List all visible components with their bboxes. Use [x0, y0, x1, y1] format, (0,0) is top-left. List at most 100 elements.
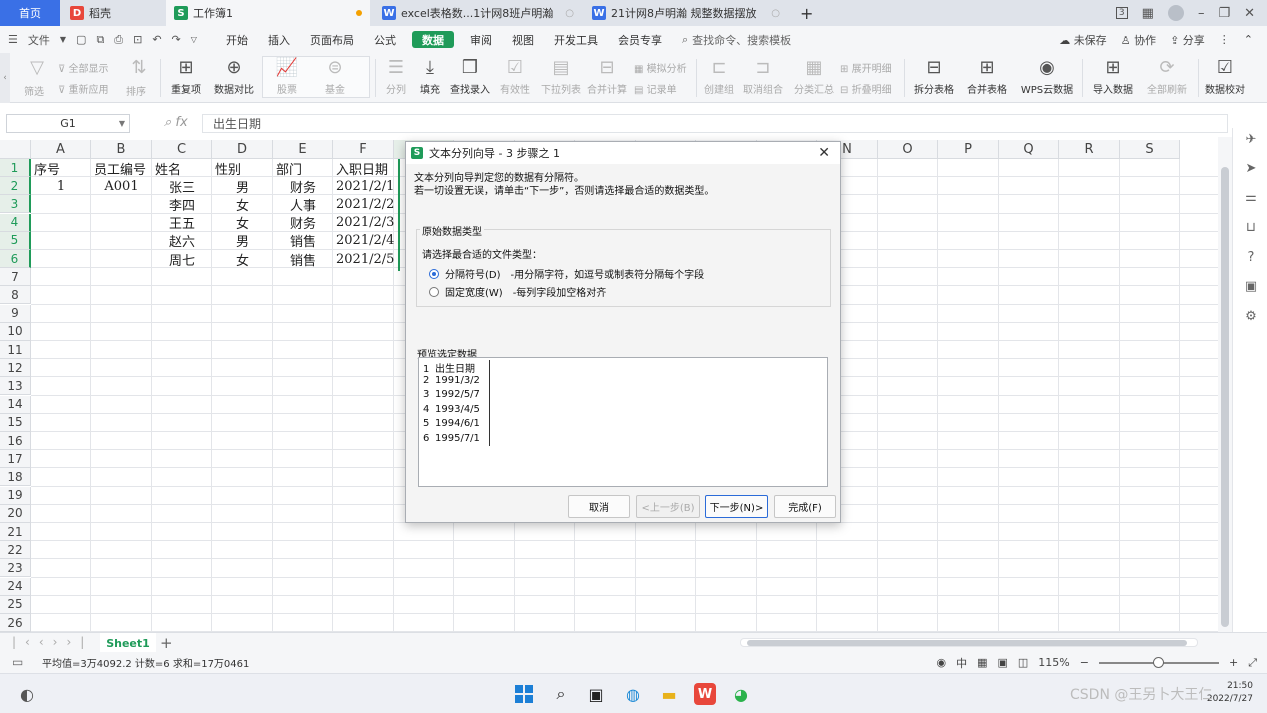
collab-button[interactable]: ♙ 协作: [1121, 32, 1156, 48]
cell-f1[interactable]: 入职日期: [333, 159, 394, 178]
start-icon[interactable]: [513, 683, 535, 705]
image-icon[interactable]: ▣: [1242, 279, 1260, 297]
save-icon[interactable]: ▢: [76, 33, 86, 46]
cell-f6[interactable]: 2021/2/5: [333, 250, 394, 268]
name-box[interactable]: G1 ▼: [6, 114, 130, 133]
column-header-p[interactable]: P: [938, 140, 999, 159]
cell-d3[interactable]: 女: [212, 195, 273, 214]
record-button[interactable]: ▤ 记录单: [634, 81, 677, 96]
cell-b2[interactable]: A001: [91, 177, 152, 195]
cell-f4[interactable]: 2021/2/3: [333, 214, 394, 232]
row-header-21[interactable]: 21: [0, 523, 31, 541]
row-header-3[interactable]: 3: [0, 195, 31, 214]
sliders-icon[interactable]: ⚌: [1242, 190, 1260, 208]
row-header-14[interactable]: 14: [0, 395, 31, 414]
scroll-thumb[interactable]: [747, 640, 1187, 646]
column-header-e[interactable]: E: [273, 140, 333, 159]
restore-icon[interactable]: ❐: [1218, 6, 1230, 21]
menu-developer[interactable]: 开发工具: [544, 26, 608, 53]
row-header-9[interactable]: 9: [0, 304, 31, 323]
radio-fixed-width-button[interactable]: [429, 286, 439, 297]
validity-button[interactable]: ☑ 有效性: [496, 55, 534, 101]
column-header-f[interactable]: F: [333, 140, 394, 159]
help-icon[interactable]: ?: [1242, 250, 1260, 268]
back-button[interactable]: <上一步(B): [636, 495, 700, 518]
cell-e2[interactable]: 财务: [273, 177, 333, 196]
cell-e6[interactable]: 销售: [273, 250, 333, 269]
menu-home[interactable]: 开始: [216, 26, 258, 53]
scroll-thumb[interactable]: [1221, 167, 1229, 627]
zoom-slider[interactable]: [1098, 656, 1219, 668]
fx-icon[interactable]: fx: [175, 115, 187, 130]
cell-e1[interactable]: 部门: [273, 159, 333, 178]
fullscreen-icon[interactable]: ⤢: [1248, 656, 1257, 670]
dialog-close-icon[interactable]: ✕: [818, 145, 830, 161]
row-header-25[interactable]: 25: [0, 595, 31, 614]
fill-button[interactable]: ⤓ 填充: [414, 55, 446, 101]
avatar[interactable]: [1167, 5, 1184, 21]
wps-cloud-button[interactable]: ◉ WPS云数据: [1016, 55, 1078, 101]
row-header-15[interactable]: 15: [0, 413, 31, 432]
cell-d1[interactable]: 性别: [212, 159, 273, 178]
row-header-2[interactable]: 2: [0, 177, 31, 196]
cell-c1[interactable]: 姓名: [152, 159, 212, 178]
more-icon[interactable]: ▽: [191, 35, 197, 44]
tab-close-icon[interactable]: ○: [771, 8, 780, 19]
row-header-19[interactable]: 19: [0, 486, 31, 505]
simulate-button[interactable]: ▦ 模拟分析: [634, 60, 687, 75]
column-header-r[interactable]: R: [1059, 140, 1120, 159]
radio-delimited-button[interactable]: [429, 268, 439, 279]
wechat-icon[interactable]: ◕: [730, 683, 752, 705]
search-icon[interactable]: ⌕: [550, 683, 572, 705]
eye-icon[interactable]: ◉: [936, 656, 946, 669]
cell-e4[interactable]: 财务: [273, 214, 333, 232]
column-header-s[interactable]: S: [1120, 140, 1180, 159]
merge-table-button[interactable]: ⊞ 合并表格: [962, 55, 1012, 101]
row-header-18[interactable]: 18: [0, 468, 31, 487]
cell-f5[interactable]: 2021/2/4: [333, 232, 394, 250]
expand-detail-button[interactable]: ⊞ 展开明细: [840, 60, 892, 75]
collapse-detail-button[interactable]: ⊟ 折叠明细: [840, 81, 892, 96]
merge-calc-button[interactable]: ⊟ 合并计算: [586, 55, 628, 101]
column-header-q[interactable]: Q: [999, 140, 1059, 159]
grid-view-icon[interactable]: ▦: [1142, 6, 1154, 21]
row-header-10[interactable]: 10: [0, 322, 31, 341]
row-header-20[interactable]: 20: [0, 504, 31, 523]
dropdown-list-button[interactable]: ▤ 下拉列表: [540, 55, 582, 101]
input-method-icon[interactable]: 中: [956, 655, 967, 671]
column-header-d[interactable]: D: [212, 140, 273, 159]
preview-box[interactable]: 1 出生日期 2 1991/3/2 3 1992/5/7 4 1993/4/5 5 199…: [418, 357, 828, 487]
zoom-icon[interactable]: ⌕: [164, 115, 171, 130]
share-button[interactable]: ⇪ 分享: [1170, 32, 1205, 48]
tab-home[interactable]: 首页: [0, 0, 60, 26]
row-header-17[interactable]: 17: [0, 450, 31, 469]
task-view-icon[interactable]: ▣: [585, 683, 607, 705]
stock-button[interactable]: 📈 股票: [270, 55, 304, 101]
wps-icon[interactable]: W: [694, 683, 716, 705]
vertical-scrollbar[interactable]: [1218, 137, 1232, 632]
row-header-1[interactable]: 1: [0, 159, 31, 177]
close-icon[interactable]: ✕: [1244, 6, 1255, 21]
cell-c6[interactable]: 周七: [152, 250, 212, 269]
column-header-c[interactable]: C: [152, 140, 212, 159]
settings-icon[interactable]: ⚙: [1242, 309, 1260, 327]
chevron-down-icon[interactable]: ▼: [60, 35, 66, 44]
workspace-badge-icon[interactable]: 3: [1115, 7, 1128, 19]
compare-button[interactable]: ⊕ 数据对比: [210, 55, 258, 101]
cell-a1[interactable]: 序号: [31, 159, 91, 178]
layout-icon[interactable]: ⊔: [1242, 220, 1260, 238]
row-header-12[interactable]: 12: [0, 359, 31, 378]
next-sheet-icon[interactable]: ›: [53, 635, 67, 649]
show-all-button[interactable]: ⊽ 全部显示: [58, 60, 109, 75]
row-header-16[interactable]: 16: [0, 432, 31, 450]
preview-icon[interactable]: ⊡: [133, 33, 142, 46]
tab-close-icon[interactable]: ○: [565, 8, 574, 19]
cell-d2[interactable]: 男: [212, 177, 273, 196]
zoom-out-icon[interactable]: −: [1080, 656, 1089, 669]
row-header-7[interactable]: 7: [0, 268, 31, 287]
collapse-ribbon-icon[interactable]: ⌃: [1244, 33, 1253, 46]
tab-workbook1[interactable]: S 工作簿1: [166, 0, 370, 26]
ungroup-button[interactable]: ⊐ 取消组合: [740, 55, 786, 101]
row-header-23[interactable]: 23: [0, 559, 31, 578]
status-summary[interactable]: 平均值=3万4092.2 计数=6 求和=17万0461: [42, 655, 249, 670]
